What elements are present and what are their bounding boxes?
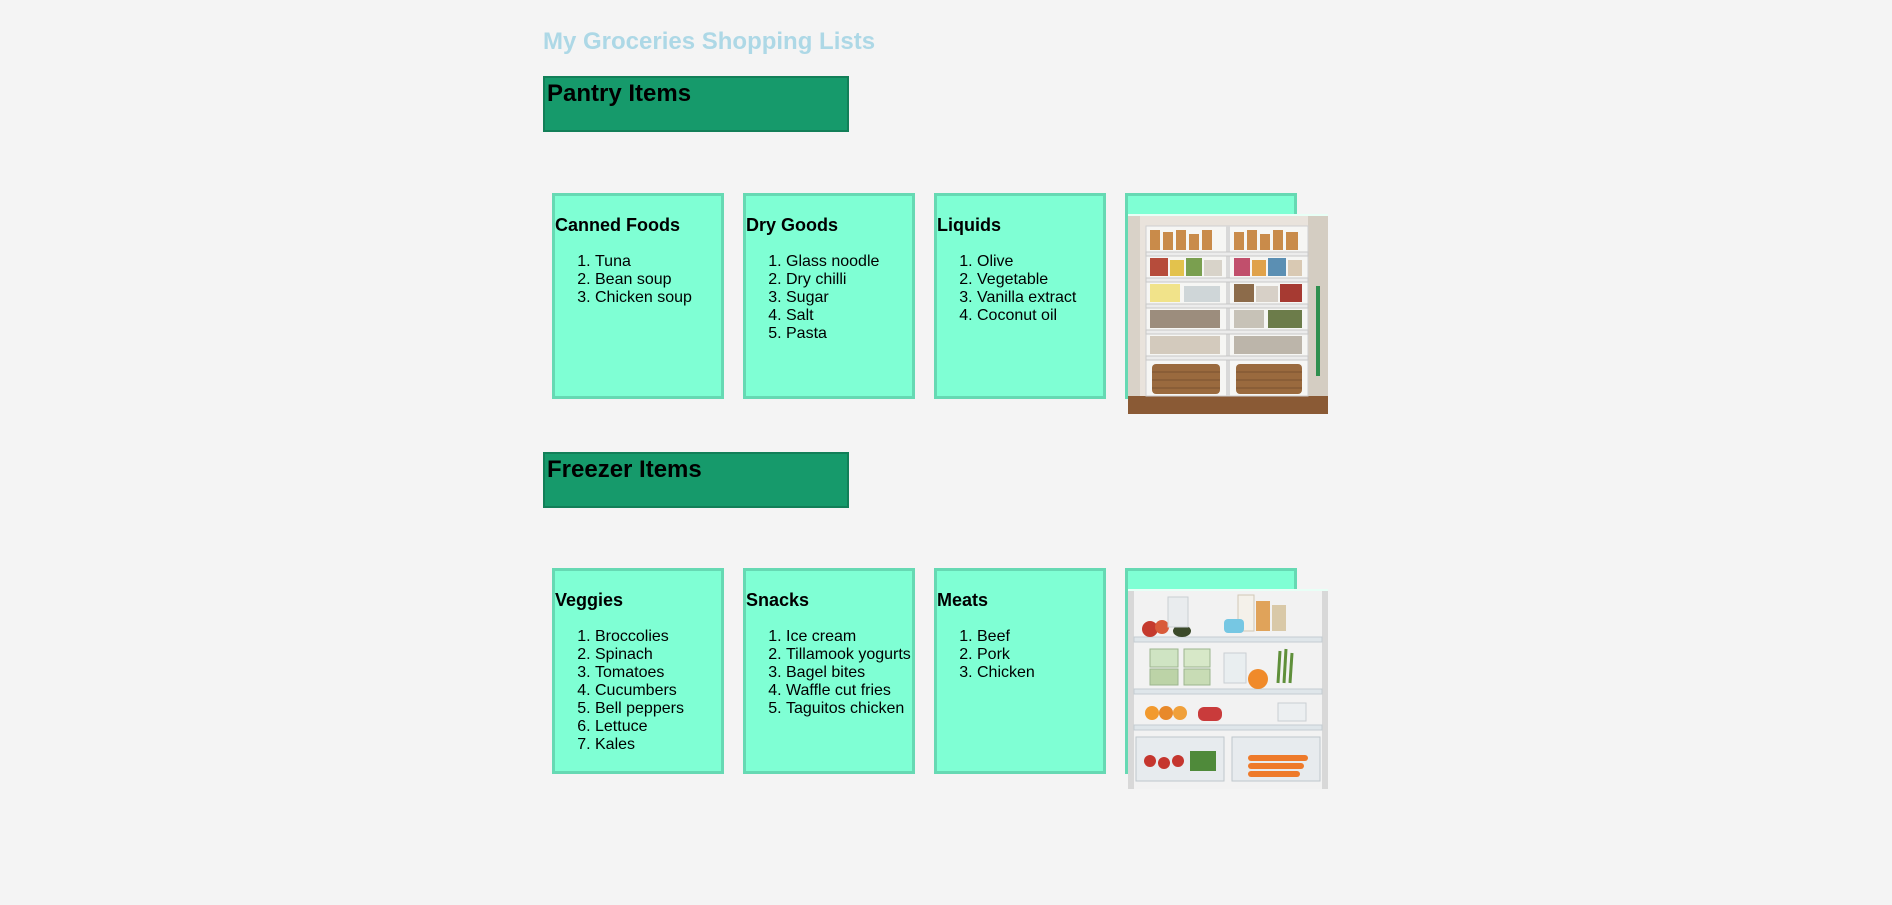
card-canned-foods: Canned Foods Tuna Bean soup Chicken soup	[552, 193, 724, 399]
card-title: Veggies	[555, 590, 624, 610]
card-title: Meats	[937, 590, 989, 610]
list-item: Taguitos chicken	[786, 700, 912, 718]
list-item: Tuna	[595, 253, 721, 271]
item-list: Ice cream Tillamook yogurts Bagel bites …	[746, 628, 912, 718]
section-title: Freezer Items	[547, 456, 702, 483]
list-item: Spinach	[595, 646, 721, 664]
item-list: Tuna Bean soup Chicken soup	[555, 253, 721, 307]
list-item: Chicken	[977, 664, 1103, 682]
list-item: Broccolies	[595, 628, 721, 646]
page-title: My Groceries Shopping Lists	[543, 28, 876, 55]
list-item: Ice cream	[786, 628, 912, 646]
list-item: Vanilla extract	[977, 289, 1103, 307]
list-item: Dry chilli	[786, 271, 912, 289]
list-item: Beef	[977, 628, 1103, 646]
section-title: Pantry Items	[547, 80, 692, 107]
list-item: Salt	[786, 307, 912, 325]
list-item: Vegetable	[977, 271, 1103, 289]
list-item: Bagel bites	[786, 664, 912, 682]
list-item: Olive	[977, 253, 1103, 271]
card-title: Snacks	[746, 590, 810, 610]
card-veggies: Veggies Broccolies Spinach Tomatoes Cucu…	[552, 568, 724, 774]
photo-card-fridge	[1125, 568, 1328, 789]
card-title: Canned Foods	[555, 215, 680, 235]
list-item: Sugar	[786, 289, 912, 307]
list-item: Kales	[595, 736, 721, 754]
list-item: Bean soup	[595, 271, 721, 289]
list-item: Coconut oil	[977, 307, 1103, 325]
list-item: Pasta	[786, 325, 912, 343]
fridge-contents-photo-icon	[1128, 589, 1328, 789]
list-item: Glass noodle	[786, 253, 912, 271]
list-item: Pork	[977, 646, 1103, 664]
card-dry-goods: Dry Goods Glass noodle Dry chilli Sugar …	[743, 193, 915, 399]
list-item: Tomatoes	[595, 664, 721, 682]
photo-card-pantry	[1125, 193, 1328, 414]
list-item: Waffle cut fries	[786, 682, 912, 700]
item-list: Broccolies Spinach Tomatoes Cucumbers Be…	[555, 628, 721, 754]
list-item: Bell peppers	[595, 700, 721, 718]
list-item: Chicken soup	[595, 289, 721, 307]
card-title: Liquids	[937, 215, 1001, 235]
pantry-shelves-photo-icon	[1128, 214, 1328, 414]
pantry-section-header: Pantry Items	[543, 76, 849, 132]
list-item: Cucumbers	[595, 682, 721, 700]
freezer-section-header: Freezer Items	[543, 452, 849, 508]
card-meats: Meats Beef Pork Chicken	[934, 568, 1106, 774]
list-item: Lettuce	[595, 718, 721, 736]
card-title: Dry Goods	[746, 215, 839, 235]
item-list: Olive Vegetable Vanilla extract Coconut …	[937, 253, 1103, 325]
list-item: Tillamook yogurts	[786, 646, 912, 664]
item-list: Glass noodle Dry chilli Sugar Salt Pasta	[746, 253, 912, 343]
item-list: Beef Pork Chicken	[937, 628, 1103, 682]
card-liquids: Liquids Olive Vegetable Vanilla extract …	[934, 193, 1106, 399]
card-snacks: Snacks Ice cream Tillamook yogurts Bagel…	[743, 568, 915, 774]
